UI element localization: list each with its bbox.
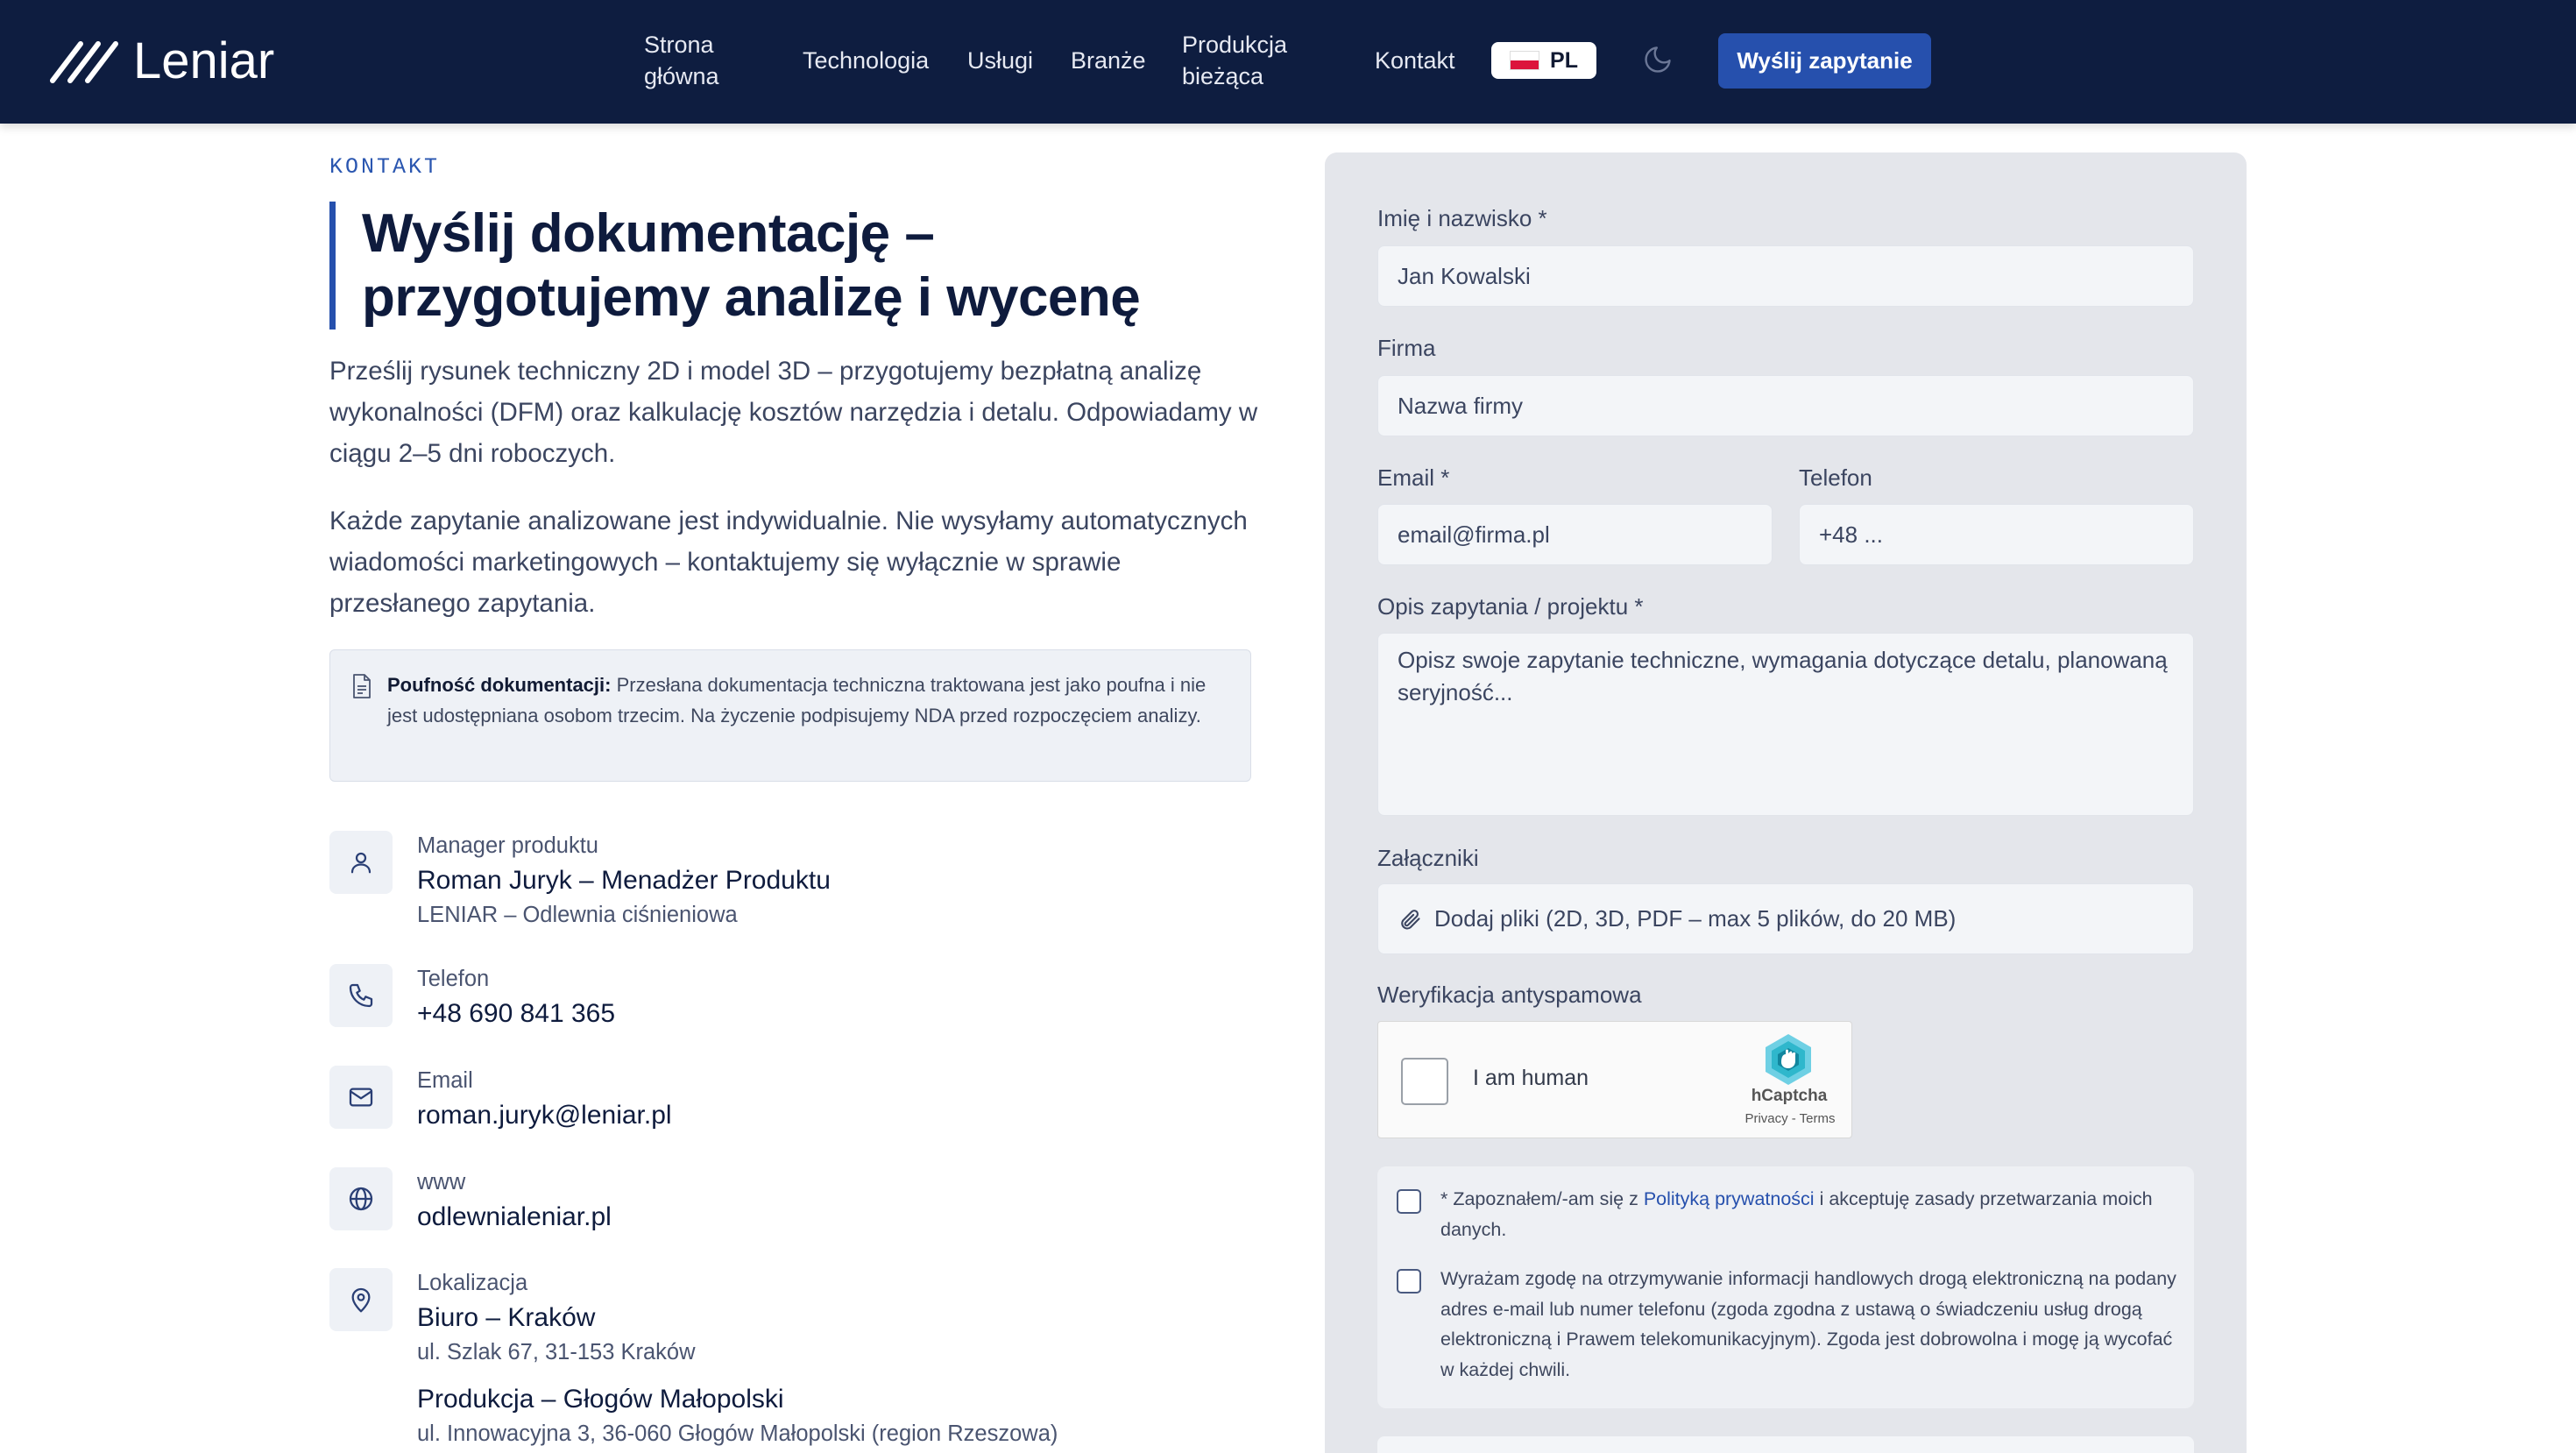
captcha-links[interactable]: Privacy - Terms xyxy=(1729,1111,1851,1126)
lead-paragraph-1: Prześlij rysunek techniczny 2D i model 3… xyxy=(329,357,1258,468)
contact-location-icon-box xyxy=(329,1268,393,1331)
nav-link-current-production[interactable]: Produkcja bieżąca xyxy=(1182,29,1287,92)
captcha-label: Weryfikacja antyspamowa xyxy=(1377,982,1642,1008)
mail-icon xyxy=(349,1088,373,1107)
send-inquiry-button[interactable]: Wyślij zapytanie xyxy=(1718,33,1931,89)
notice-bold: Poufność dokumentacji: xyxy=(387,674,612,696)
poland-flag-icon xyxy=(1510,51,1540,70)
globe-icon xyxy=(349,1187,373,1211)
contact-manager-name: Roman Juryk – Menadżer Produktu xyxy=(417,866,831,895)
contact-location: Lokalizacja Biuro – Kraków ul. Szlak 67,… xyxy=(329,1268,1267,1453)
email-label: Email * xyxy=(1377,464,1450,491)
lead-paragraph-2: Każde zapytanie analizowane jest indywid… xyxy=(329,507,1248,618)
user-icon xyxy=(350,852,372,874)
attachments-dropzone[interactable]: Dodaj pliki (2D, 3D, PDF – max 5 plików,… xyxy=(1377,883,2194,954)
privacy-consent-pre: * Zapoznałem/-am się z xyxy=(1440,1188,1644,1209)
email-input-placeholder: email@firma.pl xyxy=(1398,521,1550,548)
contact-location-label: Lokalizacja xyxy=(417,1271,528,1295)
contact-www-icon-box xyxy=(329,1167,393,1230)
captcha-text: I am human xyxy=(1473,1066,1589,1090)
hcaptcha-widget: I am human hCaptcha Privacy - Terms xyxy=(1377,1021,1852,1138)
contact-www-link[interactable]: odlewnialeniar.pl xyxy=(417,1200,612,1235)
name-input[interactable]: Jan Kowalski xyxy=(1377,245,2194,307)
contact-manager-company: LENIAR – Odlewnia ciśnieniowa xyxy=(417,903,738,927)
contact-email: Email roman.juryk@leniar.pl xyxy=(329,1066,1267,1136)
map-pin-icon xyxy=(351,1287,371,1313)
name-input-placeholder: Jan Kowalski xyxy=(1398,262,1531,289)
logo[interactable]: Leniar xyxy=(49,33,274,89)
phone-icon xyxy=(349,983,373,1008)
description-placeholder: Opisz swoje zapytanie techniczne, wymaga… xyxy=(1398,647,2168,705)
email-input[interactable]: email@firma.pl xyxy=(1377,504,1773,565)
nav-link-contact[interactable]: Kontakt xyxy=(1375,45,1455,76)
plant-address: ul. Innowacyjna 3, 36-060 Głogów Małopol… xyxy=(417,1421,1058,1446)
theme-toggle[interactable] xyxy=(1642,44,1674,75)
page-title-line2: przygotujemy analizę i wycenę xyxy=(362,267,1141,328)
page-title: Wyślij dokumentację – przygotujemy anali… xyxy=(362,202,1258,330)
nav-link-home[interactable]: Strona główna xyxy=(644,29,719,92)
phone-input-placeholder: +48 ... xyxy=(1819,521,1883,548)
privacy-policy-link[interactable]: Polityką prywatności xyxy=(1644,1188,1815,1209)
top-navbar: Leniar Strona główna Technologia Usługi … xyxy=(0,0,2576,124)
captcha-checkbox[interactable] xyxy=(1401,1058,1448,1105)
nav-link-technology[interactable]: Technologia xyxy=(803,45,929,76)
plant-name: Produkcja – Głogów Małopolski xyxy=(417,1385,784,1414)
contact-phone-label: Telefon xyxy=(417,967,490,991)
captcha-brand: hCaptcha xyxy=(1751,1087,1828,1105)
contact-email-link[interactable]: roman.juryk@leniar.pl xyxy=(417,1098,672,1133)
contact-manager: Manager produktu Roman Juryk – Menadżer … xyxy=(329,831,1267,936)
company-label: Firma xyxy=(1377,335,1436,361)
page-title-block: Wyślij dokumentację – przygotujemy anali… xyxy=(329,202,1258,330)
contact-www-label: www xyxy=(417,1170,466,1194)
attachments-label: Załączniki xyxy=(1377,845,1479,871)
name-label: Imię i nazwisko * xyxy=(1377,205,1547,231)
nav-link-industries[interactable]: Branże xyxy=(1071,45,1146,76)
nav-link-production-line1: Produkcja xyxy=(1182,32,1288,58)
nav-link-home-line1: Strona xyxy=(644,32,714,58)
description-textarea[interactable]: Opisz swoje zapytanie techniczne, wymaga… xyxy=(1377,633,2194,816)
privacy-consent-checkbox[interactable] xyxy=(1397,1189,1421,1214)
contact-phone-icon-box xyxy=(329,964,393,1027)
contact-email-icon-box xyxy=(329,1066,393,1129)
contact-manager-icon-box xyxy=(329,831,393,894)
contact-phone: Telefon +48 690 841 365 xyxy=(329,964,1267,1034)
language-label: PL xyxy=(1550,47,1578,73)
consent-section: * Zapoznałem/-am się z Polityką prywatno… xyxy=(1377,1166,2194,1408)
nav-link-production-line2: bieżąca xyxy=(1182,63,1264,89)
language-switcher[interactable]: PL xyxy=(1491,42,1596,79)
attachments-text: Dodaj pliki (2D, 3D, PDF – max 5 plików,… xyxy=(1434,905,1957,932)
office-address: ul. Szlak 67, 31-153 Kraków xyxy=(417,1340,696,1364)
contact-email-label: Email xyxy=(417,1068,473,1093)
logo-text: Leniar xyxy=(133,32,275,89)
marketing-consent-text: Wyrażam zgodę na otrzymywanie informacji… xyxy=(1440,1268,2176,1380)
page-title-line1: Wyślij dokumentację – xyxy=(362,203,935,264)
office-name: Biuro – Kraków xyxy=(417,1303,596,1332)
phone-input[interactable]: +48 ... xyxy=(1799,504,2194,565)
contact-manager-label: Manager produktu xyxy=(417,833,598,858)
section-eyebrow: KONTAKT xyxy=(329,154,441,180)
document-icon xyxy=(353,674,371,698)
phone-label: Telefon xyxy=(1799,464,1872,491)
next-form-field[interactable] xyxy=(1377,1436,2194,1453)
nav-link-home-line2: główna xyxy=(644,63,719,89)
privacy-consent-text: * Zapoznałem/-am się z Polityką prywatno… xyxy=(1440,1184,2176,1244)
hcaptcha-logo-icon xyxy=(1766,1034,1811,1085)
marketing-consent-checkbox[interactable] xyxy=(1397,1269,1421,1294)
confidentiality-notice: Poufność dokumentacji: Przesłana dokumen… xyxy=(329,649,1251,782)
contact-www: www odlewnialeniar.pl xyxy=(329,1167,1267,1237)
company-input-placeholder: Nazwa firmy xyxy=(1398,392,1524,419)
nav-link-services[interactable]: Usługi xyxy=(967,45,1033,76)
contact-phone-link[interactable]: +48 690 841 365 xyxy=(417,996,615,1031)
company-input[interactable]: Nazwa firmy xyxy=(1377,375,2194,436)
moon-icon xyxy=(1645,46,1671,73)
paperclip-icon xyxy=(1401,909,1420,930)
logo-mark-icon xyxy=(50,41,118,83)
description-label: Opis zapytania / projektu * xyxy=(1377,593,1644,620)
